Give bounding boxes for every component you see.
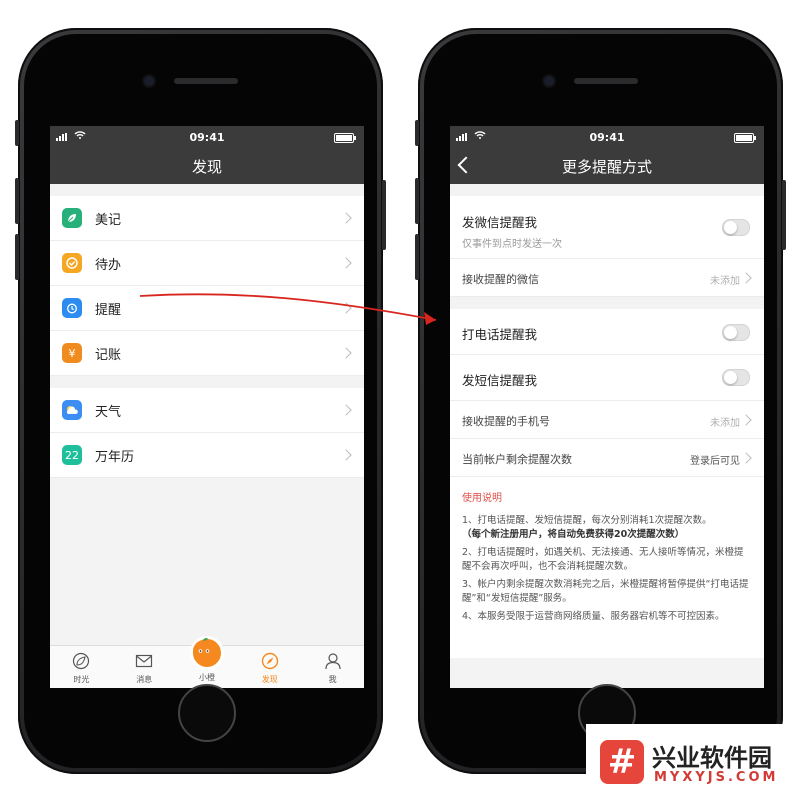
sms-reminder-toggle[interactable]: [722, 369, 750, 386]
sms-reminder-row: 发短信提醒我: [450, 355, 764, 401]
usage-note-4: 4、本服务受限于运营商网络质量、服务器宕机等不可控因素。: [462, 611, 725, 622]
power-button: [782, 180, 786, 250]
list-item-tianqi[interactable]: 天气: [50, 388, 364, 433]
chevron-right-icon: [340, 347, 352, 359]
chevron-right-icon: [340, 302, 352, 314]
chevron-right-icon: [340, 404, 352, 416]
watermark-logo: # 兴业软件园 MYXYJS.COM: [586, 724, 802, 800]
list-item-label: 天气: [95, 404, 122, 420]
left-screen: 09:41 发现 美记 待办 提醒 ¥ 记账 天气 22 万年历 时光 消息 小…: [50, 126, 364, 688]
usage-note-1: 1、打电话提醒、发短信提醒，每次分别消耗1次提醒次数。 （每个新注册用户，将自动免…: [462, 515, 712, 540]
list-item-daiban[interactable]: 待办: [50, 241, 364, 286]
status-bar: 09:41: [50, 126, 364, 150]
battery-icon: [734, 133, 756, 143]
receive-phone-row[interactable]: 接收提醒的手机号 未添加: [450, 401, 764, 439]
list-item-label: 记账: [95, 347, 122, 363]
wechat-receive-value: 未添加: [710, 276, 740, 287]
tab-bar: 时光 消息 小橙 发现 我: [50, 636, 364, 688]
right-screen: 09:41 更多提醒方式 发微信提醒我 仅事件到点时发送一次 接收提醒的微信 未…: [450, 126, 764, 688]
discover-group-2: 天气 22 万年历: [50, 388, 364, 478]
orange-mascot-icon: [189, 636, 224, 670]
wechat-reminder-title: 发微信提醒我: [462, 215, 538, 230]
brand-domain: MYXYJS.COM: [654, 770, 779, 785]
chevron-right-icon: [340, 257, 352, 269]
wechat-receive-row[interactable]: 接收提醒的微信 未添加: [450, 259, 764, 297]
brand-name: 兴业软件园: [652, 744, 772, 772]
power-button: [382, 180, 386, 250]
list-item-meiji[interactable]: 美记: [50, 196, 364, 241]
home-button[interactable]: [178, 684, 236, 742]
yuan-icon: ¥: [62, 343, 82, 363]
volume-up-button: [415, 178, 419, 224]
status-time: 09:41: [189, 131, 225, 144]
list-item-wannianli[interactable]: 22 万年历: [50, 433, 364, 478]
phone-bezel: 09:41 发现 美记 待办 提醒 ¥ 记账 天气 22 万年历 时光 消息 小…: [24, 34, 377, 768]
list-item-label: 美记: [95, 212, 122, 228]
tab-faxian[interactable]: 发现: [238, 646, 301, 688]
status-time: 09:41: [589, 131, 625, 144]
wechat-reminder-subtitle: 仅事件到点时发送一次: [462, 239, 562, 250]
phone-call-reminder-toggle[interactable]: [722, 324, 750, 341]
sms-reminder-title: 发短信提醒我: [462, 373, 538, 388]
usage-note-1-bonus: （每个新注册用户，将自动免费获得20次提醒次数）: [462, 529, 685, 540]
calendar-icon: 22: [62, 445, 82, 465]
status-bar: 09:41: [450, 126, 764, 150]
right-phone: 09:41 更多提醒方式 发微信提醒我 仅事件到点时发送一次 接收提醒的微信 未…: [415, 28, 786, 774]
person-icon: [324, 653, 341, 670]
phone-bezel: 09:41 更多提醒方式 发微信提醒我 仅事件到点时发送一次 接收提醒的微信 未…: [424, 34, 777, 768]
discover-group-1: 美记 待办 提醒 ¥ 记账: [50, 196, 364, 376]
volume-down-button: [15, 234, 19, 280]
usage-note-3: 3、帐户内剩余提醒次数消耗完之后，米橙提醒将暂停提供“打电话提醒”和“发短信提醒…: [462, 579, 749, 604]
page-title: 发现: [50, 150, 364, 184]
usage-notes: 使用说明 1、打电话提醒、发短信提醒，每次分别消耗1次提醒次数。 （每个新注册用户…: [450, 477, 764, 658]
tab-label: 发现: [261, 675, 278, 684]
left-phone: 09:41 发现 美记 待办 提醒 ¥ 记账 天气 22 万年历 时光 消息 小…: [15, 28, 386, 774]
earpiece-speaker: [574, 78, 638, 84]
volume-down-button: [415, 234, 419, 280]
tab-label: 时光: [73, 675, 90, 684]
list-item-label: 待办: [95, 257, 122, 273]
usage-note-2: 2、打电话提醒时，如遇关机、无法接通、无人接听等情况，米橙提醒不会再次呼叫，也不…: [462, 547, 744, 572]
earpiece-speaker: [174, 78, 238, 84]
chevron-right-icon: [340, 212, 352, 224]
tab-shiguang[interactable]: 时光: [50, 646, 113, 688]
back-arrow-icon[interactable]: [457, 156, 475, 174]
phone-call-reminder-title: 打电话提醒我: [462, 327, 538, 342]
tab-label: 消息: [136, 675, 153, 684]
battery-icon: [334, 133, 356, 143]
mute-switch: [415, 120, 419, 146]
front-camera: [144, 76, 154, 86]
usage-notes-title: 使用说明: [462, 493, 502, 504]
wechat-reminder-toggle[interactable]: [722, 219, 750, 236]
leaf-outline-icon: [73, 652, 90, 670]
leaf-icon: [62, 208, 82, 228]
mute-switch: [15, 120, 19, 146]
alarm-clock-icon: [62, 298, 82, 318]
compass-icon: [261, 652, 278, 670]
list-item-label: 提醒: [95, 302, 122, 318]
nav-bar: 更多提醒方式: [450, 150, 764, 184]
volume-up-button: [15, 178, 19, 224]
mail-icon: [136, 654, 153, 668]
cloud-icon: [62, 400, 82, 420]
chevron-right-icon: [340, 449, 352, 461]
brand-mark-icon: #: [600, 740, 644, 784]
page-title: 更多提醒方式: [561, 158, 652, 176]
tab-xiaoxi[interactable]: 消息: [113, 646, 176, 688]
remaining-count-row[interactable]: 当前帐户剩余提醒次数 登录后可见: [450, 439, 764, 477]
tab-xiaocheng[interactable]: 小橙: [176, 636, 239, 688]
tab-label: 小橙: [198, 673, 215, 682]
list-item-jizhang[interactable]: ¥ 记账: [50, 331, 364, 376]
list-item-label: 万年历: [95, 449, 135, 465]
tab-label: 我: [328, 675, 337, 684]
receive-phone-value: 未添加: [710, 418, 740, 429]
front-camera: [544, 76, 554, 86]
check-icon: [62, 253, 82, 273]
remaining-count-value: 登录后可见: [690, 456, 740, 467]
list-item-tixing[interactable]: 提醒: [50, 286, 364, 331]
phone-call-reminder-row: 打电话提醒我: [450, 309, 764, 355]
tab-wo[interactable]: 我: [301, 646, 364, 688]
wechat-reminder-row: 发微信提醒我 仅事件到点时发送一次: [450, 196, 764, 259]
